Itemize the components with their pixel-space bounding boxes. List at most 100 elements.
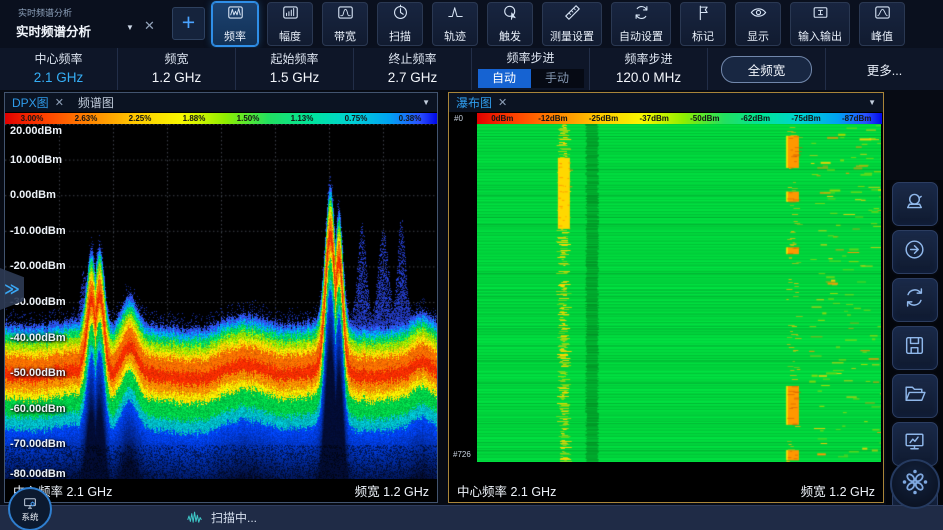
- color-scale-label: 0dBm: [477, 113, 528, 124]
- waterfall-panel: 瀑布图 ✕ ▼ #0 #726 0dBm-12dBm-25dBm-37dBm-5…: [448, 92, 884, 503]
- color-scale-label: -50dBm: [680, 113, 731, 124]
- display-icon: [749, 3, 768, 27]
- toolbar-button-label: 幅度: [279, 28, 301, 44]
- full-span-button[interactable]: 全频宽: [721, 56, 813, 83]
- waterfall-first-frame-label: #0: [454, 114, 463, 123]
- setting-value[interactable]: 120.0 MHz: [616, 69, 681, 87]
- toolbar-button-label: 轨迹: [444, 28, 466, 44]
- dpx-density-color-scale: 3.00%2.63%2.25%1.88%1.50%1.13%0.75%0.38%: [5, 113, 437, 124]
- setting-label: 频率步进: [506, 50, 554, 67]
- color-scale-label: -25dBm: [578, 113, 629, 124]
- toolbar-button-label: 峰值: [871, 28, 893, 44]
- display-button[interactable]: 显示: [735, 2, 781, 46]
- waterfall-span-label: 频宽 1.2 GHz: [801, 481, 875, 500]
- waterfall-tab-close-icon[interactable]: ✕: [498, 96, 507, 109]
- amplitude-button[interactable]: 幅度: [267, 2, 313, 46]
- measurement-tab-title[interactable]: 实时频谱分析: [16, 21, 91, 40]
- toolbar-button-label: 输入输出: [798, 28, 842, 44]
- tab-dpx[interactable]: DPX图: [12, 94, 49, 111]
- dpx-panel-tabbar: DPX图 ✕ 频谱图 ▼: [5, 93, 437, 112]
- color-scale-label: 0.38%: [383, 113, 437, 124]
- step-mode-toggle: 自动手动: [478, 69, 584, 88]
- setting-field: 终止频率2.7 GHz: [354, 48, 472, 90]
- setting-field: 起始频率1.5 GHz: [236, 48, 354, 90]
- setting-value[interactable]: 2.7 GHz: [388, 69, 438, 87]
- more-button[interactable]: 更多...: [867, 60, 902, 79]
- scan-status-label: 扫描中...: [211, 509, 257, 526]
- color-scale-label: -62dBm: [730, 113, 781, 124]
- main-area: DPX图 ✕ 频谱图 ▼ 3.00%2.63%2.25%1.88%1.50%1.…: [0, 90, 943, 505]
- toolbar-button-label: 触发: [499, 28, 521, 44]
- measurement-tab-subtitle: 实时频谱分析: [18, 6, 72, 19]
- waterfall-panel-tabbar: 瀑布图 ✕ ▼: [449, 93, 883, 112]
- measurement-caret-down-icon[interactable]: ▼: [126, 23, 134, 32]
- toggle-option[interactable]: 自动: [478, 69, 531, 88]
- io-icon: [811, 3, 830, 27]
- setting-value[interactable]: 1.2 GHz: [152, 69, 202, 87]
- quick-menu-button[interactable]: [890, 459, 940, 509]
- color-scale-label: 3.00%: [5, 113, 59, 124]
- trace-button[interactable]: 轨迹: [432, 2, 478, 46]
- color-scale-label: -75dBm: [781, 113, 832, 124]
- setting-label: 中心频率: [34, 51, 82, 68]
- save-icon: [902, 333, 927, 363]
- setting-label: 起始频率: [270, 51, 318, 68]
- color-scale-label: 2.25%: [113, 113, 167, 124]
- system-menu-button[interactable]: 系统: [8, 487, 52, 530]
- waterfall-panel-footer: 中心频率 2.1 GHz 频宽 1.2 GHz: [449, 479, 883, 502]
- bandwidth-button[interactable]: 带宽: [322, 2, 368, 46]
- color-scale-label: -87dBm: [831, 113, 882, 124]
- add-measurement-button[interactable]: +: [172, 7, 205, 40]
- dpx-panel-caret-down-icon[interactable]: ▼: [422, 98, 430, 107]
- peak-button[interactable]: 峰值: [859, 2, 905, 46]
- toolbar-button-label: 频率: [224, 28, 246, 44]
- color-scale-label: 2.63%: [59, 113, 113, 124]
- waterfall-last-frame-label: #726: [453, 450, 471, 459]
- setting-step-mode: 频率步进自动手动: [472, 48, 590, 90]
- io-button[interactable]: 输入输出: [790, 2, 850, 46]
- waterfall-spectrogram-plot[interactable]: [477, 124, 881, 462]
- waterfall-center-frequency-label: 中心频率 2.1 GHz: [457, 481, 556, 500]
- setting-value[interactable]: 1.5 GHz: [270, 69, 320, 87]
- setting-value[interactable]: 2.1 GHz: [34, 69, 84, 87]
- waterfall-panel-caret-down-icon[interactable]: ▼: [868, 98, 876, 107]
- toolbar-button-label: 带宽: [334, 28, 356, 44]
- preset-icon: [902, 189, 927, 219]
- trace-icon: [446, 3, 465, 27]
- frequency-icon: [226, 3, 245, 27]
- dpx-spectrum-plot[interactable]: [5, 124, 437, 480]
- toolbar-buttons: 频率 幅度 带宽 扫描轨迹 触发 测量设置 自动设置标记显示输入输出 峰值: [212, 2, 905, 46]
- auto-setup-button[interactable]: 自动设置: [611, 2, 671, 46]
- setting-label: 频宽: [164, 51, 188, 68]
- open-button[interactable]: [892, 374, 938, 418]
- color-scale-label: 1.13%: [275, 113, 329, 124]
- dpx-panel: DPX图 ✕ 频谱图 ▼ 3.00%2.63%2.25%1.88%1.50%1.…: [4, 92, 438, 503]
- tab-waterfall[interactable]: 瀑布图: [456, 94, 492, 111]
- setting-label: 频率步进: [624, 51, 672, 68]
- dpx-tab-close-icon[interactable]: ✕: [55, 96, 64, 109]
- tab-spectrum[interactable]: 频谱图: [78, 94, 114, 111]
- save-button[interactable]: [892, 326, 938, 370]
- color-scale-label: 0.75%: [329, 113, 383, 124]
- measure-setup-button[interactable]: 测量设置: [542, 2, 602, 46]
- scan-status: 扫描中...: [186, 505, 257, 530]
- waterfall-amplitude-color-scale: 0dBm-12dBm-25dBm-37dBm-50dBm-62dBm-75dBm…: [477, 113, 882, 124]
- run-arrow-icon: [902, 237, 927, 267]
- color-scale-label: 1.88%: [167, 113, 221, 124]
- marker-icon: [694, 3, 713, 27]
- frequency-button[interactable]: 频率: [212, 2, 258, 46]
- dpx-span-label: 频宽 1.2 GHz: [355, 481, 429, 500]
- preset-button[interactable]: [892, 182, 938, 226]
- sync-button[interactable]: [892, 278, 938, 322]
- measurement-close-icon[interactable]: ✕: [144, 18, 155, 34]
- color-scale-label: -37dBm: [629, 113, 680, 124]
- marker-button[interactable]: 标记: [680, 2, 726, 46]
- full-span-cell: 全频宽: [708, 48, 826, 90]
- run-button[interactable]: [892, 230, 938, 274]
- rtsa-application-window: 实时频谱分析 实时频谱分析 ▼ ✕ + 频率 幅度 带宽 扫描轨迹 触发 测量设置 自动设置…: [0, 0, 943, 530]
- auto-setup-icon: [632, 3, 651, 27]
- sweep-button[interactable]: 扫描: [377, 2, 423, 46]
- trigger-button[interactable]: 触发: [487, 2, 533, 46]
- toggle-option[interactable]: 手动: [531, 69, 584, 88]
- toolbar-button-label: 测量设置: [550, 28, 594, 44]
